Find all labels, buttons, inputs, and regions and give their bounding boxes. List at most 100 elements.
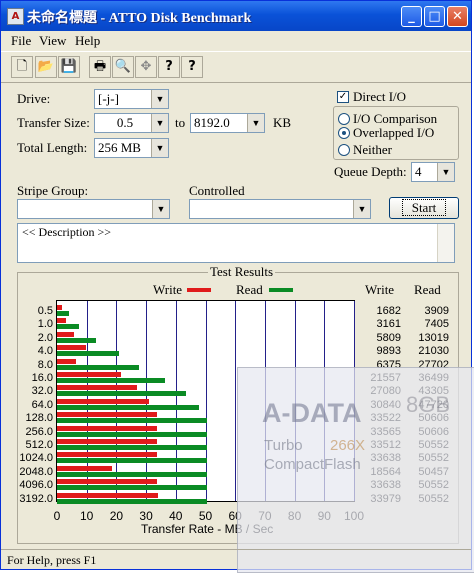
y-tick-label: 1.0 bbox=[37, 318, 53, 331]
y-tick-label: 4096.0 bbox=[19, 479, 53, 492]
read-bar bbox=[57, 391, 186, 397]
write-value: 3161 bbox=[376, 318, 401, 331]
y-tick-label: 64.0 bbox=[31, 398, 53, 411]
adata-logo: A-DATA bbox=[262, 398, 362, 428]
read-bar bbox=[57, 471, 207, 477]
transfer-size-label: Transfer Size: bbox=[17, 115, 90, 130]
move-icon[interactable]: ✥ bbox=[135, 56, 157, 78]
grid-line bbox=[235, 301, 236, 501]
y-tick-label: 4.0 bbox=[37, 345, 53, 358]
chevron-down-icon: ▼ bbox=[151, 90, 168, 108]
help-icon[interactable]: ? bbox=[158, 56, 180, 78]
save-icon[interactable]: 💾 bbox=[58, 56, 80, 78]
chevron-down-icon: ▼ bbox=[353, 200, 370, 218]
chevron-down-icon: ▼ bbox=[437, 163, 454, 181]
y-tick-label: 3192.0 bbox=[19, 492, 53, 505]
transfer-size-to-select[interactable]: 8192.0 ▼ bbox=[190, 113, 265, 133]
test-results-title: Test Results bbox=[208, 264, 276, 280]
controlled-label: Controlled bbox=[189, 183, 245, 198]
total-length-label: Total Length: bbox=[17, 140, 88, 155]
x-tick-label: 30 bbox=[139, 509, 153, 523]
x-tick-label: 10 bbox=[80, 509, 94, 523]
status-bar: For Help, press F1 bbox=[1, 549, 471, 570]
open-folder-icon[interactable]: 📂 bbox=[35, 56, 57, 78]
read-bar bbox=[57, 498, 208, 504]
x-tick-label: 0 bbox=[53, 509, 61, 523]
y-tick-label: 1024.0 bbox=[19, 452, 53, 465]
write-bar bbox=[57, 439, 157, 444]
minimize-button[interactable]: _ bbox=[401, 6, 422, 27]
write-bar bbox=[57, 385, 138, 391]
menu-file[interactable]: File bbox=[11, 33, 31, 49]
write-bar bbox=[57, 452, 157, 458]
direct-io-checkbox[interactable]: ✓ bbox=[337, 91, 349, 103]
x-tick-label: 20 bbox=[109, 509, 124, 523]
overlapped-io-radio[interactable] bbox=[338, 127, 350, 139]
read-bar bbox=[57, 458, 208, 464]
toolbar: 🗋 📂 💾 🖶 🔍 ✥ ? ? bbox=[1, 51, 471, 83]
write-bar bbox=[57, 372, 122, 377]
transfer-from-value: 0.5 bbox=[116, 115, 134, 130]
x-tick-label: 50 bbox=[198, 509, 213, 523]
read-bar bbox=[57, 445, 208, 450]
window-title: 未命名標題 - ATTO Disk Benchmark bbox=[27, 11, 252, 26]
print-icon[interactable]: 🖶 bbox=[89, 56, 111, 78]
maximize-button[interactable]: □ bbox=[424, 6, 445, 27]
write-legend-swatch bbox=[187, 288, 211, 292]
start-label: Start bbox=[401, 199, 447, 216]
menu-bar: File View Help bbox=[1, 31, 471, 50]
menu-view[interactable]: View bbox=[39, 33, 66, 49]
menu-help[interactable]: Help bbox=[75, 33, 100, 49]
write-bar bbox=[57, 318, 67, 324]
transfer-size-from-select[interactable]: 0.5 ▼ bbox=[94, 113, 169, 133]
y-tick-label: 0.5 bbox=[37, 305, 53, 317]
read-bar bbox=[57, 324, 79, 330]
new-file-icon[interactable]: 🗋 bbox=[11, 56, 33, 78]
start-button[interactable]: Start bbox=[389, 197, 459, 219]
y-tick-label: 32.0 bbox=[31, 385, 53, 398]
write-bar bbox=[57, 492, 158, 498]
description-box[interactable]: << Description >> bbox=[17, 223, 455, 263]
read-bar bbox=[57, 311, 69, 316]
read-value: 3909 bbox=[424, 305, 449, 317]
transfer-to-value: 8192.0 bbox=[194, 115, 230, 130]
controlled-select[interactable]: ▼ bbox=[189, 199, 371, 219]
app-window: A 未命名標題 - ATTO Disk Benchmark _ □ ✕ File… bbox=[0, 0, 474, 573]
write-bar bbox=[57, 305, 62, 310]
description-text: << Description >> bbox=[22, 225, 112, 239]
read-bar bbox=[57, 351, 120, 357]
drive-select[interactable]: [-j-] ▼ bbox=[94, 89, 169, 109]
write-bar bbox=[57, 345, 87, 351]
stripe-group-select[interactable]: ▼ bbox=[17, 199, 170, 219]
write-bar bbox=[57, 479, 157, 485]
io-comparison-radio[interactable] bbox=[338, 113, 350, 125]
description-scrollbar[interactable] bbox=[437, 224, 454, 262]
stripe-group-label: Stripe Group: bbox=[17, 183, 89, 198]
read-column-header: Read bbox=[414, 282, 441, 297]
write-legend-label: Write bbox=[153, 282, 183, 297]
y-tick-label: 256.0 bbox=[25, 425, 53, 438]
title-bar[interactable]: A 未命名標題 - ATTO Disk Benchmark _ □ ✕ bbox=[1, 1, 471, 31]
queue-depth-select[interactable]: 4 ▼ bbox=[411, 162, 455, 182]
context-help-icon[interactable]: ? bbox=[181, 56, 203, 78]
to-label: to bbox=[175, 115, 186, 130]
write-bar bbox=[57, 398, 149, 404]
y-tick-label: 16.0 bbox=[31, 372, 53, 384]
read-value: 7405 bbox=[424, 318, 449, 331]
neither-radio[interactable] bbox=[338, 144, 350, 156]
write-value: 9893 bbox=[376, 345, 401, 358]
y-tick-label: 128.0 bbox=[25, 412, 53, 425]
read-value: 21030 bbox=[418, 345, 449, 358]
close-button[interactable]: ✕ bbox=[447, 6, 468, 27]
adata-card-image: A-DATA 8GB Turbo 266X CompactFlash bbox=[237, 367, 474, 573]
print-preview-icon[interactable]: 🔍 bbox=[112, 56, 134, 78]
write-column-header: Write bbox=[365, 282, 395, 297]
x-tick-label: 40 bbox=[169, 509, 183, 523]
chevron-down-icon: ▼ bbox=[151, 114, 168, 132]
total-length-select[interactable]: 256 MB ▼ bbox=[94, 138, 169, 158]
read-bar bbox=[57, 431, 208, 437]
queue-depth-value: 4 bbox=[415, 164, 422, 179]
read-legend-swatch bbox=[269, 288, 293, 292]
read-value: 13019 bbox=[418, 331, 449, 344]
chevron-down-icon: ▼ bbox=[247, 114, 264, 132]
